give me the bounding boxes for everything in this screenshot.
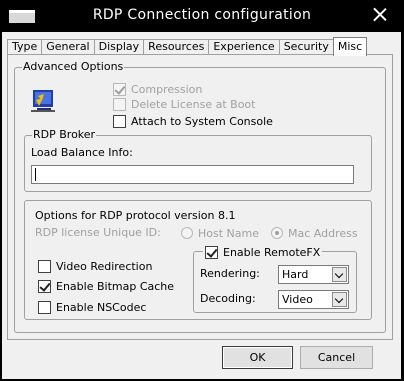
bitmap-cache-label: Enable Bitmap Cache <box>56 279 175 293</box>
nscodec-checkbox[interactable]: Enable NSCodec <box>38 300 146 314</box>
load-balance-label: Load Balance Info: <box>31 146 133 159</box>
load-balance-input[interactable] <box>31 165 354 184</box>
nscodec-label: Enable NSCodec <box>56 300 147 314</box>
decoding-select[interactable]: Video <box>278 290 349 309</box>
mac-address-label: Mac Address <box>288 226 358 240</box>
dialog-window: RDP Connection configuration Type Genera… <box>0 0 404 381</box>
decoding-label: Decoding: <box>200 292 256 305</box>
video-redirection-check-box[interactable] <box>38 259 51 273</box>
attach-console-label: Attach to System Console <box>131 114 273 128</box>
host-name-label: Host Name <box>198 226 259 240</box>
window-title: RDP Connection configuration <box>92 7 312 23</box>
title-bar[interactable]: RDP Connection configuration <box>0 0 404 32</box>
close-icon[interactable] <box>372 6 388 22</box>
remotefx-check-box[interactable] <box>205 245 218 259</box>
rdp-app-icon <box>31 90 55 112</box>
compression-check-box[interactable] <box>113 82 126 96</box>
cancel-button[interactable]: Cancel <box>300 346 373 369</box>
tab-display[interactable]: Display <box>93 39 145 55</box>
host-name-radio[interactable]: Host Name <box>181 226 259 240</box>
tab-general[interactable]: General <box>41 39 95 55</box>
delete-license-check-box[interactable] <box>113 97 126 111</box>
ok-button[interactable]: OK <box>222 346 293 369</box>
attach-console-check-box[interactable] <box>113 114 126 128</box>
video-redirection-label: Video Redirection <box>56 259 153 273</box>
video-redirection-checkbox[interactable]: Video Redirection <box>38 259 152 273</box>
chevron-down-icon[interactable] <box>332 292 347 307</box>
host-name-radio-button[interactable] <box>181 227 193 239</box>
compression-checkbox[interactable]: Compression <box>113 82 202 96</box>
bitmap-cache-checkbox[interactable]: Enable Bitmap Cache <box>38 279 174 293</box>
tab-security[interactable]: Security <box>278 39 334 55</box>
license-id-label: RDP license Unique ID: <box>35 226 161 239</box>
compression-label: Compression <box>131 82 203 96</box>
delete-license-checkbox[interactable]: Delete License at Boot <box>113 97 255 111</box>
remotefx-checkbox[interactable]: Enable RemoteFX <box>203 245 323 259</box>
tab-misc[interactable]: Misc <box>332 37 368 56</box>
rendering-select[interactable]: Hard <box>278 265 349 284</box>
protocol-options-title: Options for RDP protocol version 8.1 <box>35 209 236 222</box>
tab-strip: Type General Display Resources Experienc… <box>7 36 368 56</box>
dialog-body: Type General Display Resources Experienc… <box>2 32 401 379</box>
mac-address-radio-button[interactable] <box>271 227 283 239</box>
rendering-value: Hard <box>282 268 309 281</box>
tab-experience[interactable]: Experience <box>208 39 280 55</box>
rendering-label: Rendering: <box>200 267 260 280</box>
bitmap-cache-check-box[interactable] <box>38 279 51 293</box>
nscodec-check-box[interactable] <box>38 300 51 314</box>
text-caret <box>35 168 36 181</box>
rdp-broker-title: RDP Broker <box>32 128 97 141</box>
mac-address-radio[interactable]: Mac Address <box>271 226 358 240</box>
chevron-down-icon[interactable] <box>332 267 347 282</box>
tab-type[interactable]: Type <box>7 39 43 55</box>
remotefx-label: Enable RemoteFX <box>223 245 321 259</box>
tab-resources[interactable]: Resources <box>143 39 210 55</box>
attach-console-checkbox[interactable]: Attach to System Console <box>113 114 273 128</box>
advanced-options-title: Advanced Options <box>22 60 125 73</box>
decoding-value: Video <box>282 293 313 306</box>
delete-license-label: Delete License at Boot <box>131 97 256 111</box>
